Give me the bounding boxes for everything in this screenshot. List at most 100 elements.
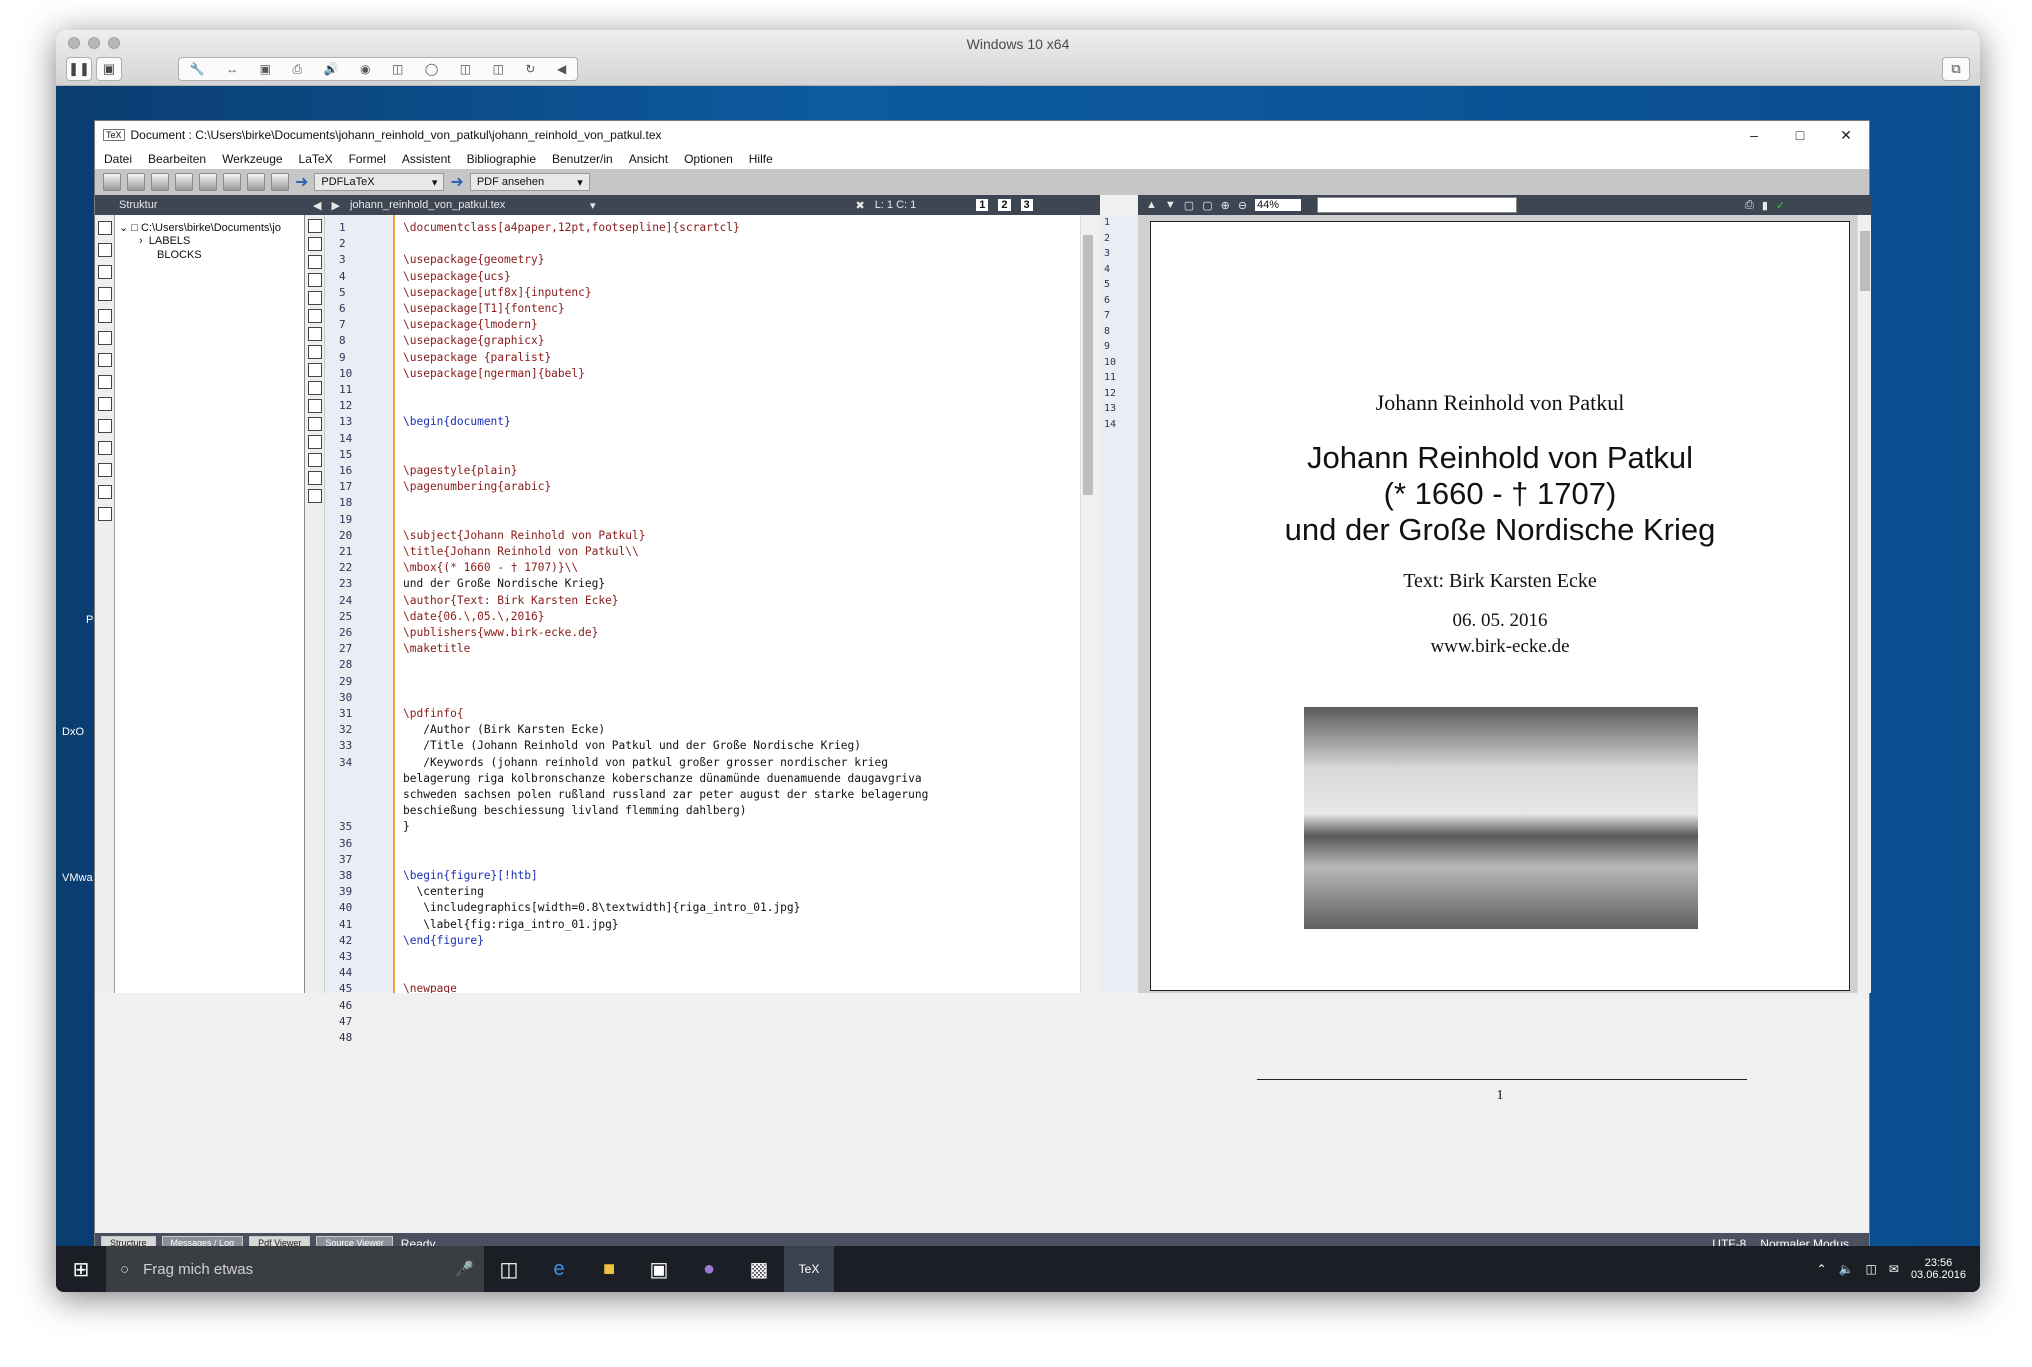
bracket-icon[interactable] (98, 397, 112, 411)
sqrt-icon[interactable] (308, 489, 322, 503)
pause-icon[interactable]: ❚❚ (66, 57, 92, 81)
cut-icon[interactable] (247, 173, 265, 191)
app-icon[interactable]: ● (684, 1246, 734, 1292)
headset-icon[interactable]: ◯ (425, 62, 438, 76)
pdf-scrollbar[interactable] (1857, 215, 1871, 993)
arrow-icon[interactable] (98, 265, 112, 279)
chevron-down-icon[interactable]: ▾ (590, 199, 596, 212)
paste-icon[interactable] (271, 173, 289, 191)
tree-blocks[interactable]: BLOCKS (157, 249, 202, 261)
view-tab-2[interactable]: 2 (998, 199, 1011, 211)
undo-icon[interactable] (175, 173, 193, 191)
usb-icon[interactable]: ◫ (392, 62, 403, 76)
emph-icon[interactable] (308, 309, 322, 323)
search-box[interactable]: ○ Frag mich etwas 🎤 (106, 1246, 484, 1292)
sub-icon[interactable] (308, 435, 322, 449)
mp-icon[interactable] (98, 463, 112, 477)
view-tab-1[interactable]: 1 (976, 199, 989, 211)
explorer-icon[interactable]: ■ (584, 1246, 634, 1292)
ps-icon[interactable] (98, 441, 112, 455)
tray-chevron-icon[interactable]: ⌃ (1817, 1262, 1827, 1276)
infinity-icon[interactable] (98, 353, 112, 367)
terminal-icon[interactable]: ▩ (734, 1246, 784, 1292)
compile-select[interactable]: PDFLaTeX ▾ (314, 173, 445, 191)
close-button[interactable]: ✕ (1823, 121, 1869, 149)
misc-icon[interactable] (98, 287, 112, 301)
tree-labels[interactable]: › LABELS (139, 235, 190, 247)
nav-back-icon[interactable]: ◀ (313, 199, 321, 212)
new-file-icon[interactable] (103, 173, 121, 191)
scroll-thumb[interactable] (1860, 231, 1870, 291)
printer-icon[interactable]: ⎙ (292, 62, 302, 77)
chevron-left-icon[interactable]: ◀ (557, 62, 566, 76)
run-arrow-icon[interactable]: ➜ (295, 172, 308, 192)
scroll-thumb[interactable] (1083, 235, 1093, 495)
menu-benutzer[interactable]: Benutzer/in (552, 152, 613, 166)
tree-root[interactable]: ⌄ □ C:\Users\birke\Documents\jo (119, 221, 281, 234)
save-icon[interactable] (151, 173, 169, 191)
pdf-search-input[interactable] (1317, 197, 1518, 213)
disk-icon[interactable]: ▣ (260, 62, 271, 76)
greek-icon[interactable] (98, 331, 112, 345)
fullscreen-icon[interactable]: ⧉ (1942, 57, 1970, 81)
view-tab-3[interactable]: 3 (1020, 199, 1033, 211)
structure-icon[interactable] (98, 221, 112, 235)
clock[interactable]: 23:56 03.06.2016 (1911, 1257, 1966, 1281)
code-editor[interactable]: \documentclass[a4paper,12pt,footsepline]… (395, 215, 1080, 993)
notification-icon[interactable]: ✉ (1889, 1262, 1899, 1276)
open-file-icon[interactable] (127, 173, 145, 191)
close-tab-icon[interactable]: ✖ (855, 199, 864, 212)
menu-formel[interactable]: Formel (349, 152, 386, 166)
copy-icon[interactable] (223, 173, 241, 191)
pdf-viewer[interactable]: Johann Reinhold von Patkul Johann Reinho… (1138, 215, 1871, 1103)
wrench-icon[interactable]: 🔧 (190, 62, 205, 76)
menu-bibliographie[interactable]: Bibliographie (467, 152, 536, 166)
menu-optionen[interactable]: Optionen (684, 152, 733, 166)
store-icon[interactable]: ▣ (634, 1246, 684, 1292)
delimiter-icon[interactable] (98, 309, 112, 323)
relation-icon[interactable] (98, 243, 112, 257)
frac-icon[interactable] (308, 453, 322, 467)
camera-icon[interactable]: ◉ (360, 62, 370, 76)
editor-scrollbar[interactable] (1080, 215, 1094, 993)
minimize-button[interactable]: – (1731, 121, 1777, 149)
dfrac-icon[interactable] (308, 471, 322, 485)
fit-page-icon[interactable]: ▢ (1184, 199, 1194, 212)
vm-tools[interactable]: 🔧 ↔ ▣ ⎙ 🔊 ◉ ◫ ◯ ◫ ◫ ↻ ◀ (178, 57, 578, 81)
zoom-out-icon[interactable]: ⊖ (1238, 199, 1247, 212)
menu-ansicht[interactable]: Ansicht (629, 152, 668, 166)
check-icon[interactable]: ✓ (1776, 199, 1785, 212)
file-select[interactable]: johann_reinhold_von_patkul.tex (350, 199, 580, 211)
usb3-icon[interactable]: ◫ (493, 62, 504, 76)
math-icon[interactable] (98, 419, 112, 433)
menu-bearbeiten[interactable]: Bearbeiten (148, 152, 206, 166)
print-icon[interactable]: ⎙ (1745, 199, 1754, 212)
operator-icon[interactable] (98, 375, 112, 389)
view-select[interactable]: PDF ansehen ▾ (469, 173, 590, 191)
snapshot-icon[interactable]: ▣ (96, 57, 122, 81)
nav-forward-icon[interactable]: ▶ (331, 199, 339, 212)
bold-icon[interactable] (308, 273, 322, 287)
edge-icon[interactable]: e (534, 1246, 584, 1292)
menu-werkzeuge[interactable]: Werkzeuge (222, 152, 282, 166)
format-icon[interactable] (308, 219, 322, 233)
redo-icon[interactable] (199, 173, 217, 191)
down-icon[interactable]: ▼ (1165, 199, 1176, 211)
italic-icon[interactable] (308, 291, 322, 305)
menu-hilfe[interactable]: Hilfe (749, 152, 773, 166)
menu-latex[interactable]: LaTeX (299, 152, 333, 166)
usb2-icon[interactable]: ◫ (460, 62, 471, 76)
network-icon[interactable]: ◫ (1866, 1262, 1877, 1276)
texmaker-taskbar-icon[interactable]: TeX (784, 1246, 834, 1292)
align-center-icon[interactable] (308, 345, 322, 359)
dollar-icon[interactable] (308, 399, 322, 413)
refresh-icon[interactable]: ↻ (525, 62, 535, 76)
view-arrow-icon[interactable]: ➜ (450, 172, 463, 192)
arrows-icon[interactable]: ↔ (226, 62, 238, 76)
fit-width-icon[interactable]: ▢ (1202, 199, 1212, 212)
menu-datei[interactable]: Datei (104, 152, 132, 166)
up-icon[interactable]: ▲ (1146, 199, 1157, 211)
asy-icon[interactable] (98, 507, 112, 521)
task-view-icon[interactable]: ◫ (484, 1246, 534, 1292)
microphone-icon[interactable]: 🎤 (455, 1260, 474, 1278)
